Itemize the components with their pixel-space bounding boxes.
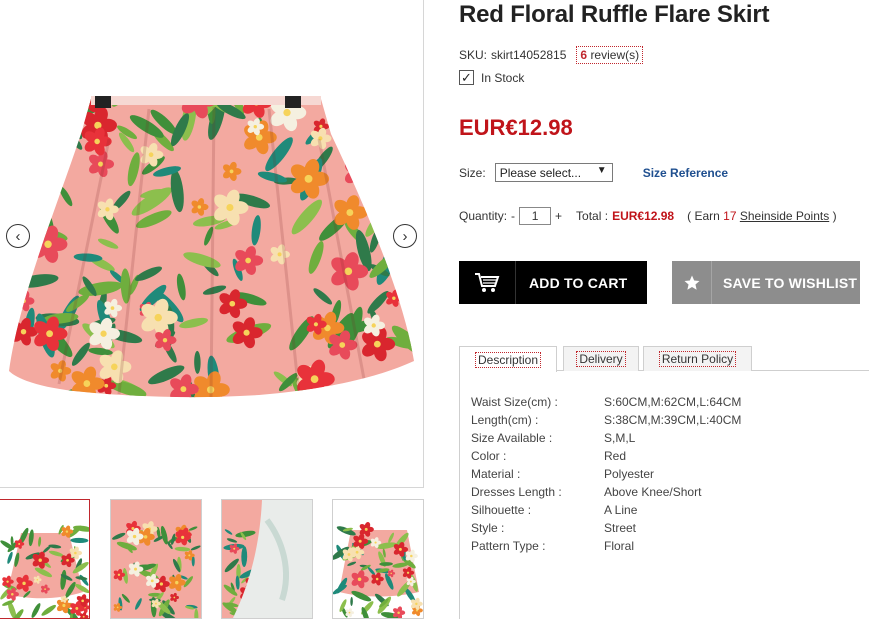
product-price: EUR€12.98 [459, 115, 573, 140]
earn-points: 17 [723, 209, 737, 223]
spec-key: Size Available : [471, 431, 553, 445]
spec-key: Style : [471, 521, 505, 535]
thumbnail-4[interactable] [332, 499, 424, 619]
main-product-image[interactable]: ‹ › [0, 0, 424, 488]
spec-row: Silhouette : A Line [471, 501, 741, 519]
total-value: EUR€12.98 [612, 209, 675, 223]
star-icon [672, 261, 712, 304]
spec-value: S:38CM,M:39CM,L:40CM [604, 413, 742, 427]
quantity-increase-button[interactable]: + [555, 209, 562, 223]
total-label: Total : [576, 209, 609, 223]
thumbnail-2[interactable] [110, 499, 202, 619]
spec-value: Red [604, 449, 627, 463]
spec-key: Dresses Length : [471, 485, 562, 499]
spec-row: Length(cm) : S:38CM,M:39CM,L:40CM [471, 411, 741, 429]
checkmark-icon: ✓ [459, 70, 474, 85]
save-to-wishlist-button[interactable]: SAVE TO WISHLIST [672, 261, 860, 304]
add-to-cart-label: ADD TO CART [529, 274, 628, 291]
earn-suffix: ) [832, 209, 837, 223]
tab-delivery-label: Delivery [576, 351, 626, 367]
previous-image-arrow-icon[interactable]: ‹ [6, 224, 30, 248]
dropdown-caret-icon: ▼ [596, 165, 607, 176]
spec-value: Floral [604, 539, 635, 553]
size-select-value: Please select... [499, 165, 582, 180]
tab-description[interactable]: Description [459, 346, 557, 372]
next-image-arrow-icon[interactable]: › [393, 224, 417, 248]
size-select[interactable]: Please select... ▼ [494, 163, 613, 182]
spec-table: Waist Size(cm) : S:60CM,M:62CM,L:64CM Len… [471, 393, 741, 555]
shopping-cart-icon [459, 261, 516, 304]
spec-row: Dresses Length : Above Knee/Short [471, 483, 741, 501]
product-title: Red Floral Ruffle Flare Skirt [459, 1, 770, 28]
size-row: Size: Please select... ▼ Size Reference [459, 163, 728, 182]
spec-row: Pattern Type : Floral [471, 537, 741, 555]
quantity-row: Quantity: - 1 + Total : EUR€12.98 ( Earn… [459, 207, 837, 225]
sku-value: skirt14052815 [491, 48, 567, 62]
spec-value: Street [604, 521, 637, 535]
spec-row: Waist Size(cm) : S:60CM,M:62CM,L:64CM [471, 393, 741, 411]
spec-key: Length(cm) : [471, 413, 539, 427]
thumbnail-1[interactable] [0, 499, 90, 619]
spec-value: Above Knee/Short [604, 485, 702, 499]
quantity-decrease-button[interactable]: - [511, 209, 515, 223]
sku-label: SKU: [459, 48, 488, 62]
stock-status: ✓ In Stock [459, 70, 524, 85]
reviews-link[interactable]: 6 review(s) [576, 46, 644, 64]
sku-row: SKU: skirt14052815 6 review(s) [459, 46, 644, 64]
spec-key: Color : [471, 449, 507, 463]
earn-prefix: ( Earn [687, 209, 720, 223]
size-label: Size: [459, 165, 486, 180]
thumbnail-3[interactable] [221, 499, 313, 619]
spec-row: Color : Red [471, 447, 741, 465]
tab-return-policy[interactable]: Return Policy [643, 346, 752, 371]
spec-row: Material : Polyester [471, 465, 741, 483]
review-label: review(s) [590, 48, 640, 62]
size-reference-link[interactable]: Size Reference [643, 166, 728, 180]
sheinside-points-link[interactable]: Sheinside Points [740, 209, 829, 223]
spec-key: Pattern Type : [471, 539, 546, 553]
skirt-image [9, 96, 414, 398]
stock-text: In Stock [481, 70, 525, 85]
tab-delivery[interactable]: Delivery [563, 346, 639, 371]
tab-description-label: Description [474, 351, 542, 368]
spec-key: Material : [471, 467, 521, 481]
spec-value: Polyester [604, 467, 655, 481]
spec-row: Size Available : S,M,L [471, 429, 741, 447]
save-to-wishlist-label: SAVE TO WISHLIST [723, 274, 858, 291]
description-panel: Waist Size(cm) : S:60CM,M:62CM,L:64CM Len… [459, 371, 869, 619]
quantity-label: Quantity: [459, 209, 508, 223]
product-info-tabs: Description Delivery Return Policy [459, 346, 869, 372]
spec-key: Silhouette : [471, 503, 532, 517]
spec-row: Style : Street [471, 519, 741, 537]
spec-key: Waist Size(cm) : [471, 395, 558, 409]
add-to-cart-button[interactable]: ADD TO CART [459, 261, 647, 304]
tab-return-policy-label: Return Policy [658, 351, 737, 367]
spec-value: S:60CM,M:62CM,L:64CM [604, 395, 742, 409]
quantity-input[interactable]: 1 [519, 207, 552, 225]
spec-value: S,M,L [604, 431, 636, 445]
review-count: 6 [580, 48, 588, 62]
spec-value: A Line [604, 503, 638, 517]
